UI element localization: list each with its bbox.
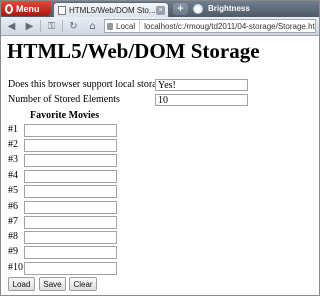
movie-input-3[interactable]	[24, 154, 117, 167]
movie-input-6[interactable]	[24, 201, 117, 214]
movie-input-10[interactable]	[24, 262, 117, 275]
menu-label: Menu	[16, 3, 40, 14]
page-title: HTML5/Web/DOM Storage	[7, 39, 260, 63]
count-label: Number of Stored Elements	[8, 94, 120, 105]
close-tab-icon[interactable]: ×	[156, 5, 165, 15]
support-label: Does this browser support local storage?	[8, 79, 171, 90]
load-button[interactable]: Load	[8, 277, 35, 291]
movie-number: #7	[8, 216, 18, 227]
new-tab-button[interactable]: +	[173, 3, 188, 15]
movie-number: #3	[8, 154, 18, 165]
movie-number: #8	[8, 231, 18, 242]
support-field[interactable]	[155, 79, 248, 91]
nav-separator	[62, 20, 63, 32]
address-badge-label: Local	[116, 21, 136, 31]
opera-logo-icon	[5, 3, 13, 14]
movie-number: #6	[8, 201, 18, 212]
reload-icon[interactable]: ↻	[65, 19, 82, 33]
home-icon[interactable]: ⌂	[84, 19, 101, 33]
count-field[interactable]	[155, 94, 248, 106]
back-icon[interactable]: ◀	[3, 19, 20, 33]
movie-input-5[interactable]	[24, 185, 117, 198]
clear-button[interactable]: Clear	[69, 277, 97, 291]
brightness-label: Brightness	[208, 4, 250, 13]
address-badge[interactable]: Local	[105, 20, 141, 32]
movie-number: #1	[8, 124, 18, 135]
movies-title: Favorite Movies	[30, 110, 100, 121]
nav-separator	[40, 20, 41, 32]
movie-input-9[interactable]	[24, 246, 117, 259]
movie-input-1[interactable]	[24, 124, 117, 137]
movie-number: #2	[8, 139, 18, 150]
browser-window: Menu HTML5/Web/DOM Sto... × + Brightness…	[0, 0, 320, 296]
address-bar[interactable]: Local localhost/c:/rmoug/td2011/04-stora…	[104, 19, 316, 33]
movie-input-2[interactable]	[24, 139, 117, 152]
forward-icon[interactable]: ▶	[21, 19, 38, 33]
local-file-icon	[107, 22, 113, 30]
movie-number: #9	[8, 246, 18, 257]
brightness-button[interactable]: Brightness	[191, 3, 263, 15]
movie-input-4[interactable]	[24, 170, 117, 183]
url-text[interactable]: localhost/c:/rmoug/td2011/04-storage/Sto…	[140, 22, 315, 31]
brightness-icon	[193, 4, 203, 14]
save-button[interactable]: Save	[39, 277, 66, 291]
page-icon	[58, 5, 66, 15]
tab-bar: Menu HTML5/Web/DOM Sto... × + Brightness	[1, 1, 319, 17]
tab-storage[interactable]: HTML5/Web/DOM Sto... ×	[53, 2, 169, 17]
page-content: HTML5/Web/DOM Storage Does this browser …	[1, 36, 319, 295]
navigation-bar: ◀ ▶ ⚿ ↻ ⌂ Local localhost/c:/rmoug/td201…	[1, 17, 319, 36]
menu-button[interactable]: Menu	[1, 1, 51, 16]
tab-title: HTML5/Web/DOM Sto...	[69, 5, 156, 15]
movie-input-7[interactable]	[24, 216, 117, 229]
movie-number: #4	[8, 170, 18, 181]
key-icon[interactable]: ⚿	[43, 19, 60, 33]
movie-number: #10	[8, 262, 23, 273]
movie-number: #5	[8, 185, 18, 196]
movie-input-8[interactable]	[24, 231, 117, 244]
